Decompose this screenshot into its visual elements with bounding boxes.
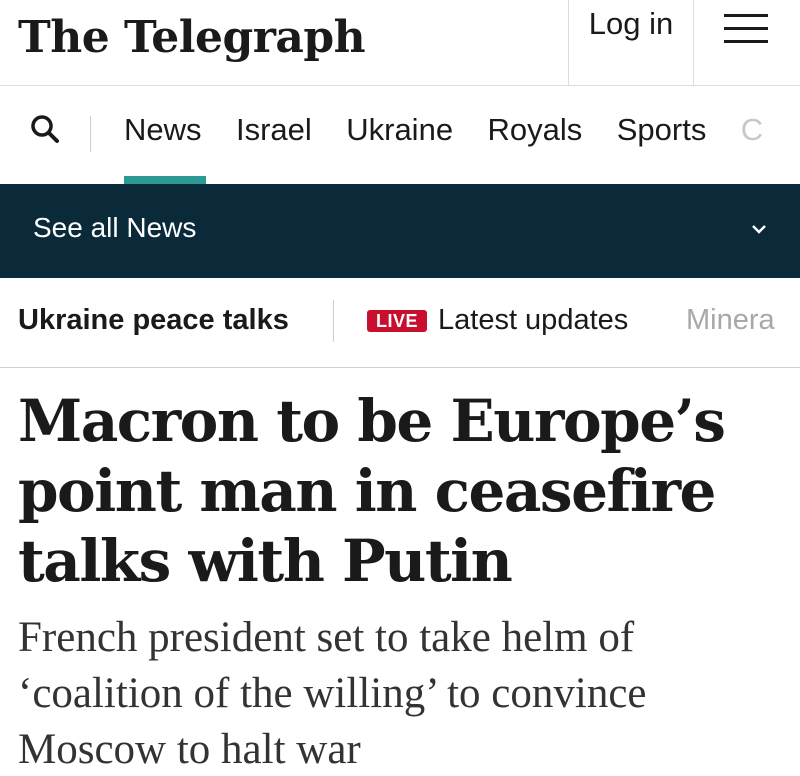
nav-item-royals[interactable]: Royals bbox=[488, 112, 583, 148]
active-tab-indicator bbox=[124, 176, 206, 184]
search-icon[interactable] bbox=[30, 114, 60, 144]
chevron-down-icon bbox=[752, 225, 766, 234]
topic-subnav: Ukraine peace talks LIVE Latest updates … bbox=[0, 278, 800, 368]
nav-divider bbox=[90, 116, 91, 152]
hamburger-menu-icon[interactable] bbox=[724, 12, 768, 46]
nav-item-news[interactable]: News bbox=[124, 112, 202, 148]
subnav-overflow-item[interactable]: Minera bbox=[686, 304, 775, 337]
login-button[interactable]: Log in bbox=[568, 0, 694, 86]
telegraph-logo[interactable]: The Telegraph bbox=[18, 10, 366, 66]
nav-item-overflow[interactable]: C bbox=[741, 112, 763, 148]
live-badge: LIVE bbox=[367, 310, 427, 332]
login-label: Log in bbox=[588, 6, 674, 41]
nav-item-ukraine[interactable]: Ukraine bbox=[346, 112, 453, 148]
article-headline: Macron to be Europe’s point man in cease… bbox=[18, 387, 726, 595]
article-standfirst: French president set to take helm of ‘co… bbox=[18, 614, 647, 773]
primary-nav: News Israel Ukraine Royals Sports C bbox=[0, 86, 800, 184]
nav-items: News Israel Ukraine Royals Sports C bbox=[124, 112, 793, 148]
see-all-news-bar[interactable]: See all News bbox=[0, 184, 800, 278]
nav-item-sports[interactable]: Sports bbox=[617, 112, 707, 148]
topic-ukraine-peace-talks[interactable]: Ukraine peace talks bbox=[18, 304, 289, 337]
latest-updates-link[interactable]: Latest updates bbox=[438, 304, 628, 337]
see-all-news-label: See all News bbox=[33, 212, 197, 243]
nav-item-israel[interactable]: Israel bbox=[236, 112, 312, 148]
site-header: The Telegraph Log in bbox=[0, 0, 800, 86]
subnav-divider bbox=[333, 300, 334, 342]
